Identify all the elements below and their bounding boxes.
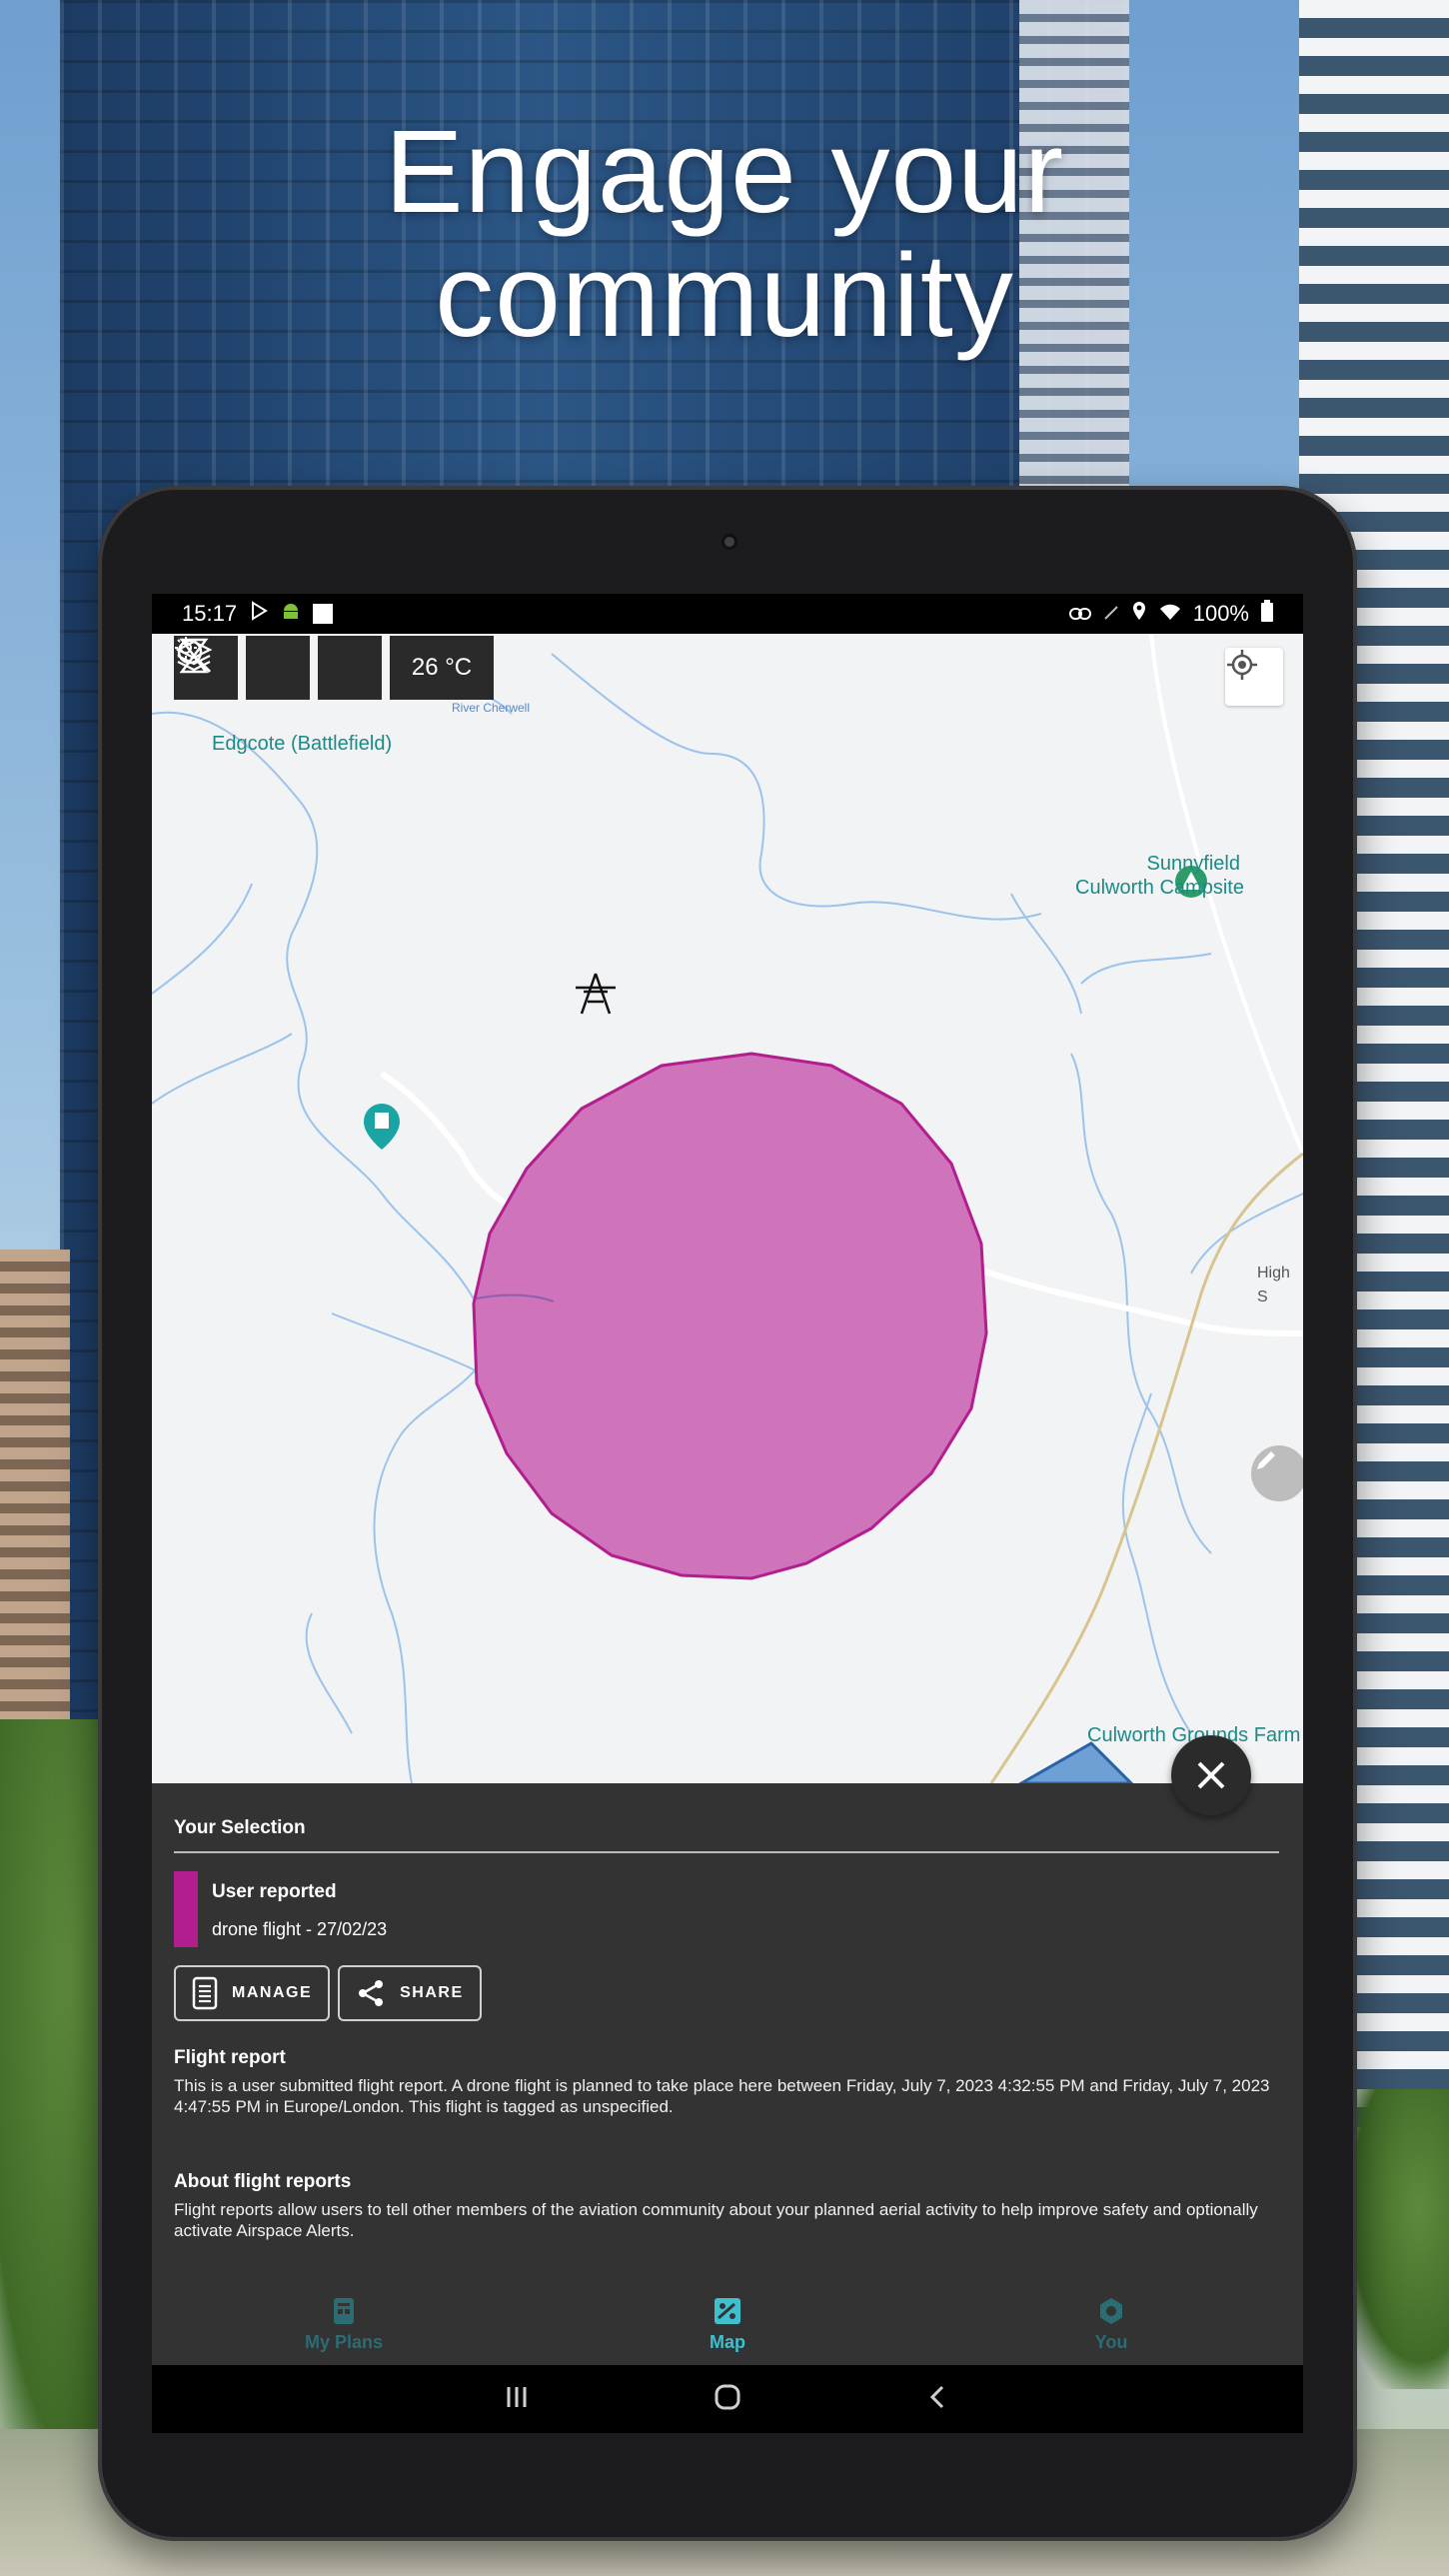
battlefield-marker-icon [364, 1104, 400, 1150]
about-reports-heading: About flight reports [174, 2171, 352, 2192]
app-screen: 15:17 100% Edgcote (Battlefield) Sunnyfi… [152, 594, 1303, 2433]
airspace-filter-button[interactable] [179, 636, 310, 700]
back-icon [929, 2385, 944, 2408]
map-label-campsite: Sunnyfield Culworth Campsite [1075, 853, 1244, 899]
weather-button[interactable]: 26 °C [175, 636, 494, 700]
edit-button[interactable] [1251, 1445, 1303, 1501]
battery-icon [1261, 600, 1273, 628]
close-icon [1197, 1761, 1225, 1789]
battery-percent: 100% [1192, 601, 1249, 626]
promo-headline: Engage your community [0, 110, 1449, 358]
share-label: SHARE [400, 1984, 464, 2001]
selection-color-swatch [174, 1871, 198, 1947]
selection-title: Your Selection [174, 1817, 306, 1838]
crosshair-icon [1227, 650, 1257, 680]
recents-icon [507, 2386, 527, 2407]
selection-actions: MANAGE SHARE [174, 1965, 482, 2021]
nav-map-label: Map [710, 2331, 745, 2352]
pylon-icon [576, 973, 616, 1015]
close-selection-button[interactable] [1171, 1735, 1251, 1815]
plans-icon [334, 2297, 354, 2324]
my-location-button[interactable] [1225, 648, 1283, 706]
link-icon [1068, 601, 1091, 627]
mute-icon [1103, 601, 1119, 627]
wifi-icon [1159, 601, 1181, 627]
share-icon [359, 1980, 384, 2006]
nav-you-label: You [1094, 2331, 1128, 2352]
layers-button[interactable] [175, 636, 382, 700]
pencil-icon [1257, 1451, 1275, 1469]
location-icon [1131, 601, 1147, 627]
nav-my-plans-label: My Plans [304, 2331, 384, 2352]
android-icon [281, 601, 301, 627]
manage-label: MANAGE [232, 1984, 313, 2001]
map-icon [715, 2297, 740, 2324]
status-time: 15:17 [182, 601, 238, 626]
weather-temperature: 26 °C [411, 654, 473, 681]
share-button[interactable]: SHARE [338, 1965, 482, 2021]
manage-button[interactable]: MANAGE [174, 1965, 331, 2021]
selection-item-name: User reported [212, 1881, 337, 1902]
recents-button[interactable] [503, 2383, 531, 2416]
about-reports-body: Flight reports allow users to tell other… [174, 2200, 1258, 2240]
nav-you[interactable]: You [919, 2283, 1303, 2365]
system-navigation-bar [152, 2365, 1303, 2433]
headline-line-2: community [435, 230, 1014, 362]
flight-zone [472, 1052, 988, 1580]
flight-report-body: This is a user submitted flight report. … [174, 2076, 1270, 2116]
play-store-icon [249, 601, 269, 627]
document-icon [192, 1976, 218, 2010]
home-icon [715, 2384, 740, 2409]
bottom-navigation: My Plans Map You [152, 2283, 1303, 2365]
nav-my-plans[interactable]: My Plans [152, 2283, 536, 2365]
flight-report-heading: Flight report [174, 2047, 286, 2068]
map-toolbar: 26 °C [174, 636, 494, 700]
selection-sheet: Your Selection User reported drone fligh… [152, 1783, 1303, 2363]
map-label-edgcote: Edgcote (Battlefield) [212, 733, 393, 755]
headline-line-1: Engage your [384, 106, 1065, 238]
settings-icon [1100, 2297, 1122, 2324]
map-label-high-street: High S [1257, 1265, 1290, 1305]
back-button[interactable] [924, 2383, 952, 2416]
selection-item-subtitle: drone flight - 27/02/23 [212, 1919, 388, 1939]
sun-icon [175, 637, 197, 659]
notification-square-icon [313, 604, 334, 624]
home-button[interactable] [713, 2382, 742, 2417]
nav-map[interactable]: Map [536, 2283, 919, 2365]
selection-divider [174, 1851, 1279, 1853]
status-bar: 15:17 100% [152, 594, 1303, 634]
map-canvas [152, 634, 1303, 1783]
tablet-device: 15:17 100% Edgcote (Battlefield) Sunnyfi… [98, 486, 1357, 2541]
map-view[interactable]: Edgcote (Battlefield) Sunnyfield Culwort… [152, 634, 1303, 1783]
front-camera [722, 534, 737, 550]
